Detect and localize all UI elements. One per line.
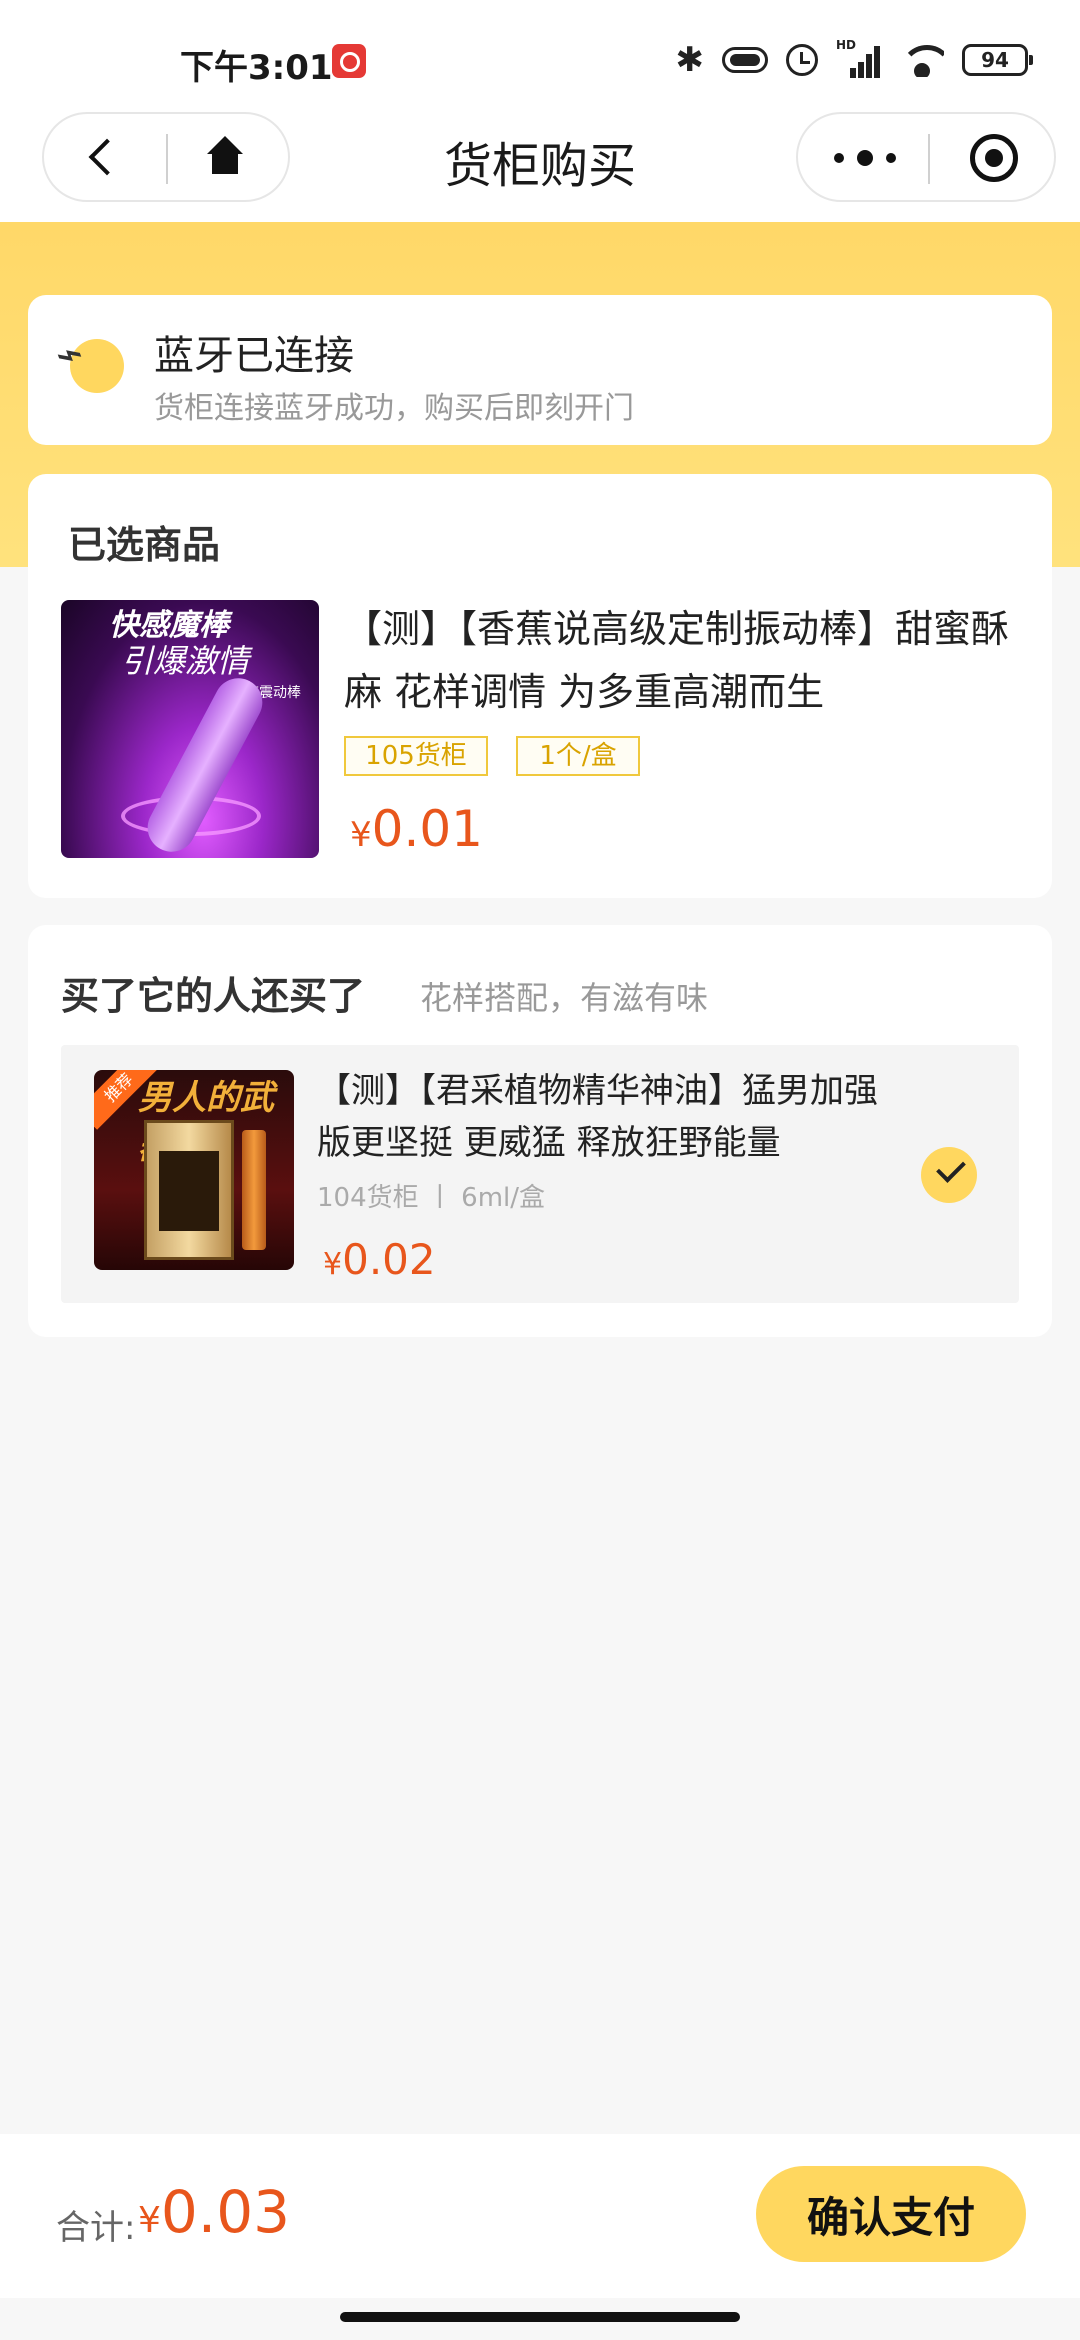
product-image-text: 引爆激情 bbox=[121, 642, 250, 680]
battery-icon: 94 bbox=[962, 44, 1033, 76]
confirm-pay-button[interactable]: 确认支付 bbox=[756, 2166, 1026, 2262]
wifi-icon bbox=[900, 43, 944, 77]
product-title[interactable]: 【测】【香蕉说高级定制振动棒】甜蜜酥麻 花样调情 为多重高潮而生 bbox=[344, 598, 1024, 724]
recommend-subheading: 花样搭配，有滋有味 bbox=[420, 979, 709, 1017]
target-icon[interactable] bbox=[970, 134, 1018, 182]
recommendation-card: 买了它的人还买了 花样搭配，有滋有味 男人的武器 推荐 【测】【君采植物精华神油… bbox=[28, 925, 1052, 1337]
status-bar: 下午3:01 ✱ HD 94 bbox=[0, 0, 1080, 120]
recommended-item-price: ¥0.02 bbox=[323, 1235, 436, 1284]
network-type-label: HD bbox=[836, 38, 857, 52]
netease-music-icon bbox=[332, 44, 366, 78]
status-icons: ✱ HD 94 bbox=[675, 38, 1033, 80]
signal-icon: HD bbox=[836, 38, 882, 78]
total-amount: ¥0.03 bbox=[138, 2178, 291, 2246]
selected-heading: 已选商品 bbox=[68, 523, 221, 567]
bluetooth-icon: ✱ bbox=[675, 40, 705, 80]
alarm-icon bbox=[786, 44, 818, 76]
product-price: ¥0.01 bbox=[350, 800, 483, 858]
bluetooth-status-card: ⌁ 蓝牙已连接 货柜连接蓝牙成功，购买后即刻开门 bbox=[28, 295, 1052, 445]
bluetooth-subtitle: 货柜连接蓝牙成功，购买后即刻开门 bbox=[154, 391, 634, 426]
total-label: 合计: bbox=[56, 2208, 136, 2248]
bluetooth-title: 蓝牙已连接 bbox=[154, 333, 354, 379]
recommended-item-image[interactable]: 男人的武器 推荐 bbox=[94, 1070, 294, 1270]
product-image[interactable]: 快感魔棒 引爆激情 多速震动棒 bbox=[61, 600, 319, 858]
nav-right-capsule bbox=[796, 112, 1056, 202]
checkout-bar: 合计: ¥0.03 确认支付 bbox=[0, 2134, 1080, 2298]
unit-tag: 1个/盒 bbox=[516, 736, 640, 776]
recommended-item-meta: 104货柜 丨 6ml/盒 bbox=[317, 1183, 546, 1213]
status-time: 下午3:01 bbox=[180, 48, 333, 88]
recommended-item[interactable]: 男人的武器 推荐 【测】【君采植物精华神油】猛男加强版更坚挺 更威猛 释放狂野能… bbox=[61, 1045, 1019, 1303]
more-icon[interactable] bbox=[834, 148, 896, 168]
selected-product-card: 已选商品 快感魔棒 引爆激情 多速震动棒 【测】【香蕉说高级定制振动棒】甜蜜酥麻… bbox=[28, 474, 1052, 898]
recommend-heading: 买了它的人还买了 bbox=[61, 974, 366, 1018]
cabinet-tag: 105货柜 bbox=[344, 736, 488, 776]
capsule-divider bbox=[928, 134, 930, 184]
check-icon[interactable] bbox=[921, 1147, 977, 1203]
recommended-item-title[interactable]: 【测】【君采植物精华神油】猛男加强版更坚挺 更威猛 释放狂野能量 bbox=[317, 1065, 907, 1169]
vibrate-icon bbox=[722, 47, 768, 73]
home-indicator[interactable] bbox=[340, 2312, 740, 2322]
